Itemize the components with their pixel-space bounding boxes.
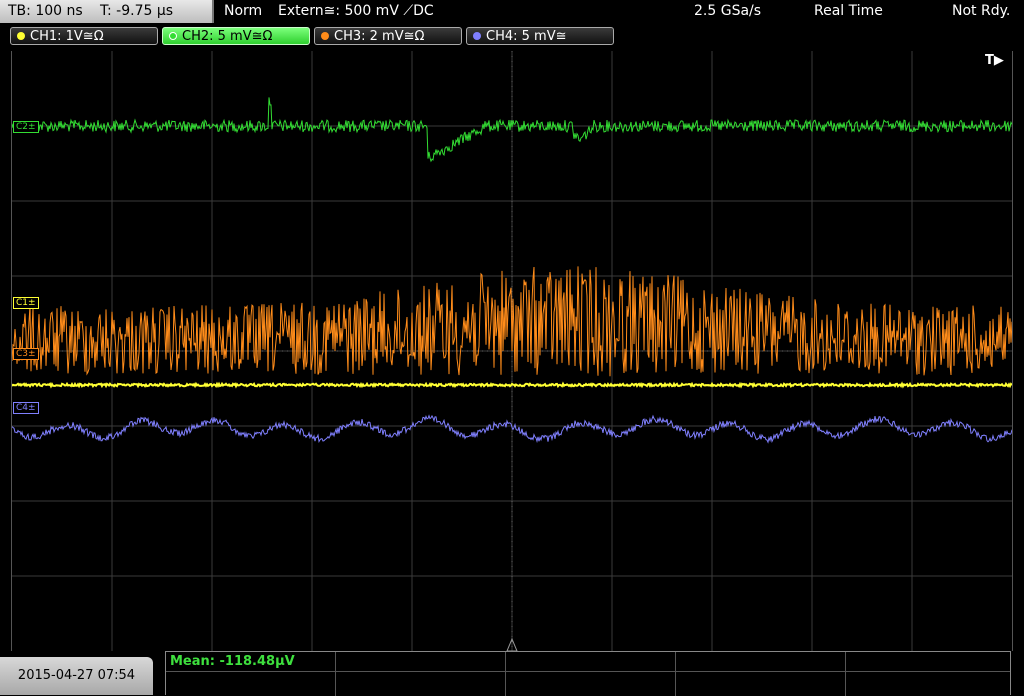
acquisition-mode: Real Time: [814, 3, 883, 19]
channel-chip-ch3[interactable]: CH3: 2 mV≅Ω: [314, 27, 462, 45]
trigger-position-icon: T▶: [985, 53, 1004, 68]
channel-label-ch2: CH2: 5 mV≅Ω: [182, 29, 273, 44]
trigger-time-value: T: -9.75 µs: [100, 3, 174, 19]
waveform-canvas: [12, 51, 1012, 651]
channel-chip-ch2[interactable]: CH2: 5 mV≅Ω: [162, 27, 310, 45]
channel-label-ch3: CH3: 2 mV≅Ω: [334, 29, 425, 44]
trigger-mode[interactable]: Norm: [224, 0, 262, 23]
channel-bar: CH1: 1V≅Ω CH2: 5 mV≅Ω CH3: 2 mV≅Ω CH4: 5…: [0, 24, 1024, 48]
bottom-bar: 2015-04-27 07:54 Mean: -118.48µV: [0, 651, 1024, 696]
waveform-display[interactable]: [11, 51, 1013, 651]
channel-label-ch1: CH1: 1V≅Ω: [30, 29, 104, 44]
ch2-offset-marker[interactable]: C2±: [13, 121, 39, 133]
trigger-source[interactable]: Extern≅: 500 mV ⟋DC: [278, 0, 434, 23]
sample-rate: 2.5 GSa/s: [694, 3, 762, 19]
acquisition-status: Not Rdy.: [952, 3, 1011, 19]
timebase-value: TB: 100 ns: [8, 3, 83, 19]
ch4-offset-marker[interactable]: C4±: [13, 402, 39, 414]
channel-chip-ch4[interactable]: CH4: 5 mV≅: [466, 27, 614, 45]
ch3-offset-marker[interactable]: C3±: [13, 348, 39, 360]
measurement-cell: [336, 652, 506, 696]
status-bar: TB: 100 ns T: -9.75 µs Norm Extern≅: 500…: [0, 0, 1024, 24]
measurement-cell: [676, 652, 846, 696]
ch1-offset-marker[interactable]: C1±: [13, 297, 39, 309]
mean-measurement: Mean: -118.48µV: [170, 654, 295, 669]
channel-dot-icon: [321, 31, 329, 40]
channel-chip-ch1[interactable]: CH1: 1V≅Ω: [10, 27, 158, 45]
channel-label-ch4: CH4: 5 mV≅: [486, 29, 567, 44]
channel-dot-icon: [169, 31, 177, 40]
measurement-panel[interactable]: Mean: -118.48µV: [165, 651, 1011, 696]
channel-dot-icon: [473, 31, 481, 40]
timebase-box[interactable]: TB: 100 ns T: -9.75 µs: [0, 0, 214, 23]
date-time: 2015-04-27 07:54: [0, 657, 153, 695]
channel-dot-icon: [17, 31, 25, 40]
measurement-cell: [506, 652, 676, 696]
